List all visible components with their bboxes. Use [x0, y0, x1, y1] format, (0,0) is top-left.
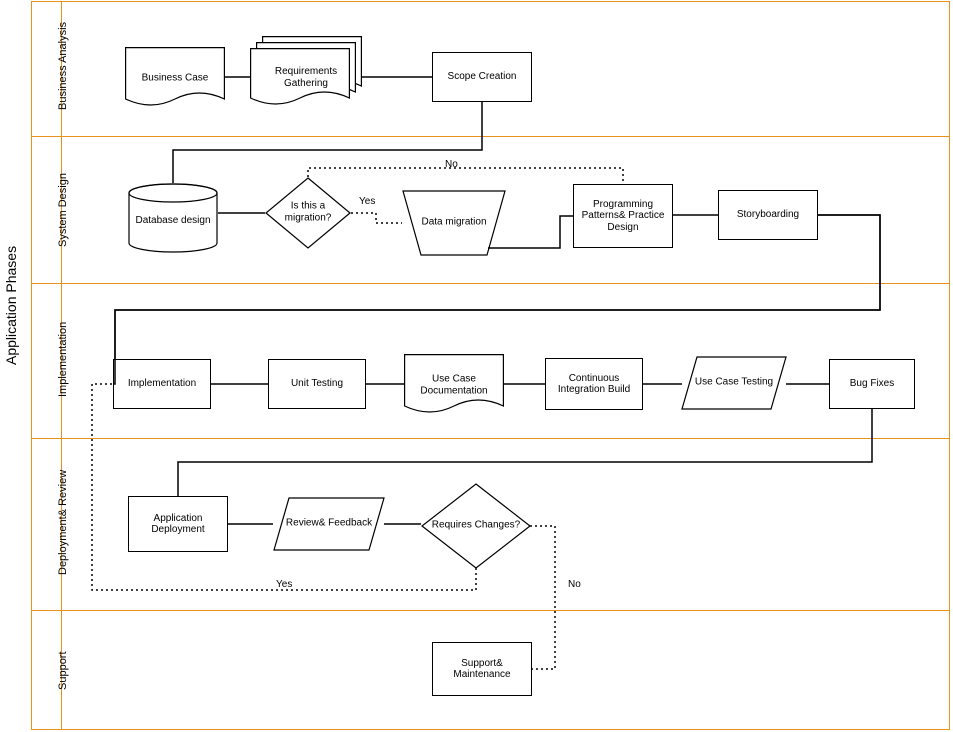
lane-label-sup: Support — [57, 651, 69, 690]
node-label: Scope Creation — [448, 71, 517, 83]
node-label: Implementation — [128, 378, 196, 390]
lane-label-dr: Deployment& Review — [57, 470, 69, 575]
node-business-case: Business Case — [125, 47, 225, 111]
axis-title: Application Phases — [3, 246, 19, 365]
node-ci-build: Continuous Integration Build — [545, 358, 643, 410]
node-data-migration: Data migration — [402, 190, 506, 256]
node-patterns-practice: Programming Patterns& Practice Design — [573, 184, 673, 248]
lane-divider-3 — [31, 438, 950, 439]
edge-label-migration-no: No — [445, 159, 458, 170]
node-label: Review& Feedback — [273, 518, 385, 530]
node-label: Requires Changes? — [421, 520, 531, 532]
lane-label-impl: Implementation — [57, 322, 69, 397]
node-label: Programming Patterns& Practice Design — [578, 199, 668, 234]
node-use-case-testing: Use Case Testing — [681, 356, 787, 410]
node-label: Use Case Documentation — [404, 373, 504, 396]
node-unit-testing: Unit Testing — [268, 359, 366, 409]
lane-divider-2 — [31, 283, 950, 284]
node-support-maintenance: Support& Maintenance — [432, 642, 532, 696]
node-implementation: Implementation — [113, 359, 211, 409]
node-database-design: Database design — [128, 183, 218, 253]
node-is-migration: Is this a migration? — [265, 177, 351, 249]
node-requires-changes: Requires Changes? — [421, 483, 531, 569]
edge-label-changes-no: No — [568, 579, 581, 590]
node-requirements: Requirements Gathering — [250, 36, 362, 114]
node-label: Unit Testing — [291, 378, 343, 390]
lane-divider-4 — [31, 610, 950, 611]
node-review-feedback: Review& Feedback — [273, 497, 385, 551]
swimlane-diagram: Application Phases Business Analysis Sys… — [0, 0, 953, 732]
node-label: Support& Maintenance — [437, 658, 527, 681]
node-label: Business Case — [125, 73, 225, 85]
node-label: Data migration — [402, 217, 506, 229]
node-app-deployment: Application Deployment — [128, 496, 228, 552]
node-label: Is this a migration? — [265, 200, 351, 223]
lane-divider-1 — [31, 136, 950, 137]
node-label: Use Case Testing — [681, 377, 787, 389]
node-storyboarding: Storyboarding — [718, 190, 818, 240]
edge-label-changes-yes: Yes — [276, 579, 292, 590]
node-label: Requirements Gathering — [250, 66, 362, 89]
edge-label-migration-yes: Yes — [359, 196, 375, 207]
node-label: Application Deployment — [133, 513, 223, 536]
node-label: Storyboarding — [737, 209, 799, 221]
node-label: Continuous Integration Build — [550, 373, 638, 396]
lane-label-sd: System Design — [57, 173, 69, 247]
node-label: Database design — [128, 215, 218, 227]
node-scope-creation: Scope Creation — [432, 52, 532, 102]
node-bug-fixes: Bug Fixes — [829, 359, 915, 409]
node-use-case-doc: Use Case Documentation — [404, 354, 504, 418]
node-label: Bug Fixes — [850, 378, 894, 390]
lane-label-ba: Business Analysis — [57, 22, 69, 110]
